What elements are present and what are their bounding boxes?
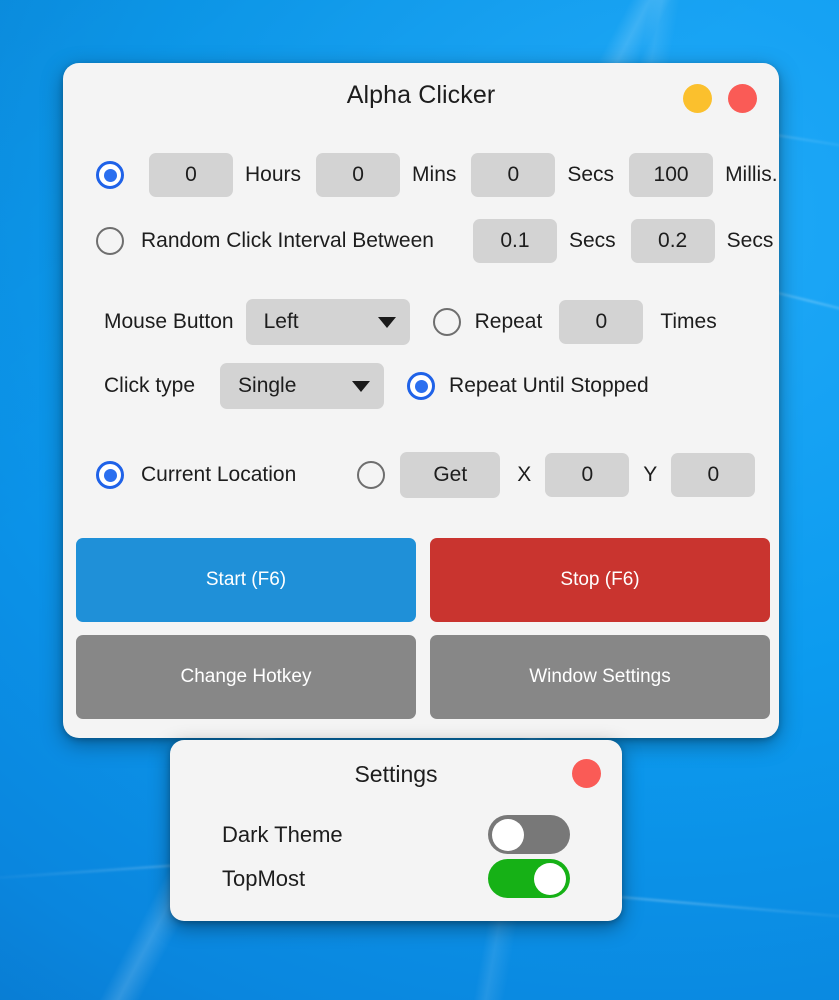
y-coordinate-input[interactable]: 0 [671,453,756,497]
page-title: Alpha Clicker [346,81,496,109]
get-location-button[interactable]: Get [400,452,501,498]
settings-window: Settings Dark Theme TopMost [170,740,622,921]
x-coordinate-input[interactable]: 0 [545,453,630,497]
radio-current-location[interactable] [96,461,124,489]
millis-input[interactable]: 100 [629,153,714,197]
settings-title: Settings [354,761,438,787]
click-interval-row: 0 Hours 0 Mins 0 Secs 100 Millis. [96,153,778,197]
radio-fixed-interval[interactable] [96,161,124,189]
click-type-dropdown[interactable]: Single [220,363,385,409]
alpha-clicker-window: Alpha Clicker 0 Hours 0 Mins 0 Secs 100 … [63,63,779,738]
click-type-label: Click type [104,374,196,397]
change-hotkey-button[interactable]: Change Hotkey [76,635,416,719]
toggle-knob [492,818,524,851]
repeat-label: Repeat [474,310,543,333]
window-controls [683,84,757,113]
topmost-toggle[interactable] [488,859,570,898]
click-type-value: Single [238,374,297,397]
secs-input[interactable]: 0 [471,153,556,197]
stop-button[interactable]: Stop (F6) [430,538,770,622]
random-min-input[interactable]: 0.1 [472,219,557,263]
radio-repeat-times[interactable] [432,308,461,336]
y-coordinate-label: Y [643,463,658,486]
dark-theme-label: Dark Theme [222,821,343,847]
hours-label: Hours [245,163,302,186]
location-row: Current Location Get X 0 Y 0 [96,452,756,498]
dark-theme-row: Dark Theme [222,815,570,854]
radio-random-interval[interactable] [96,227,124,255]
click-type-row: Click type Single Repeat Until Stopped [104,363,649,409]
hours-input[interactable]: 0 [149,153,233,197]
start-button[interactable]: Start (F6) [76,538,416,622]
mins-label: Mins [412,163,457,186]
title-bar: Alpha Clicker [63,63,779,125]
chevron-down-icon [377,316,396,328]
mouse-button-label: Mouse Button [104,310,234,333]
close-circle-icon[interactable] [728,84,757,113]
millis-label: Millis. [725,163,778,186]
minimize-circle-icon[interactable] [683,84,712,113]
current-location-label: Current Location [141,463,297,486]
toggle-knob [534,862,566,895]
chevron-down-icon [352,380,371,392]
close-circle-icon[interactable] [572,759,601,788]
window-settings-button[interactable]: Window Settings [430,635,770,719]
mouse-button-dropdown[interactable]: Left [245,299,410,345]
topmost-row: TopMost [222,859,570,898]
random-max-unit-label: Secs [726,229,774,252]
repeat-times-input[interactable]: 0 [559,300,644,344]
radio-repeat-until-stopped[interactable] [407,372,436,400]
random-max-input[interactable]: 0.2 [630,219,715,263]
repeat-until-stopped-label: Repeat Until Stopped [449,374,649,397]
radio-pick-location[interactable] [357,461,386,489]
topmost-label: TopMost [222,865,306,891]
mins-input[interactable]: 0 [316,153,401,197]
mouse-button-value: Left [263,310,299,333]
mouse-button-row: Mouse Button Left Repeat 0 Times [104,299,717,345]
dark-theme-toggle[interactable] [488,815,570,854]
random-min-unit-label: Secs [568,229,616,252]
random-interval-label: Random Click Interval Between [141,229,434,252]
secs-label: Secs [567,163,615,186]
random-interval-row: Random Click Interval Between 0.1 Secs 0… [96,219,773,263]
x-coordinate-label: X [517,463,532,486]
repeat-times-label: Times [660,310,717,333]
